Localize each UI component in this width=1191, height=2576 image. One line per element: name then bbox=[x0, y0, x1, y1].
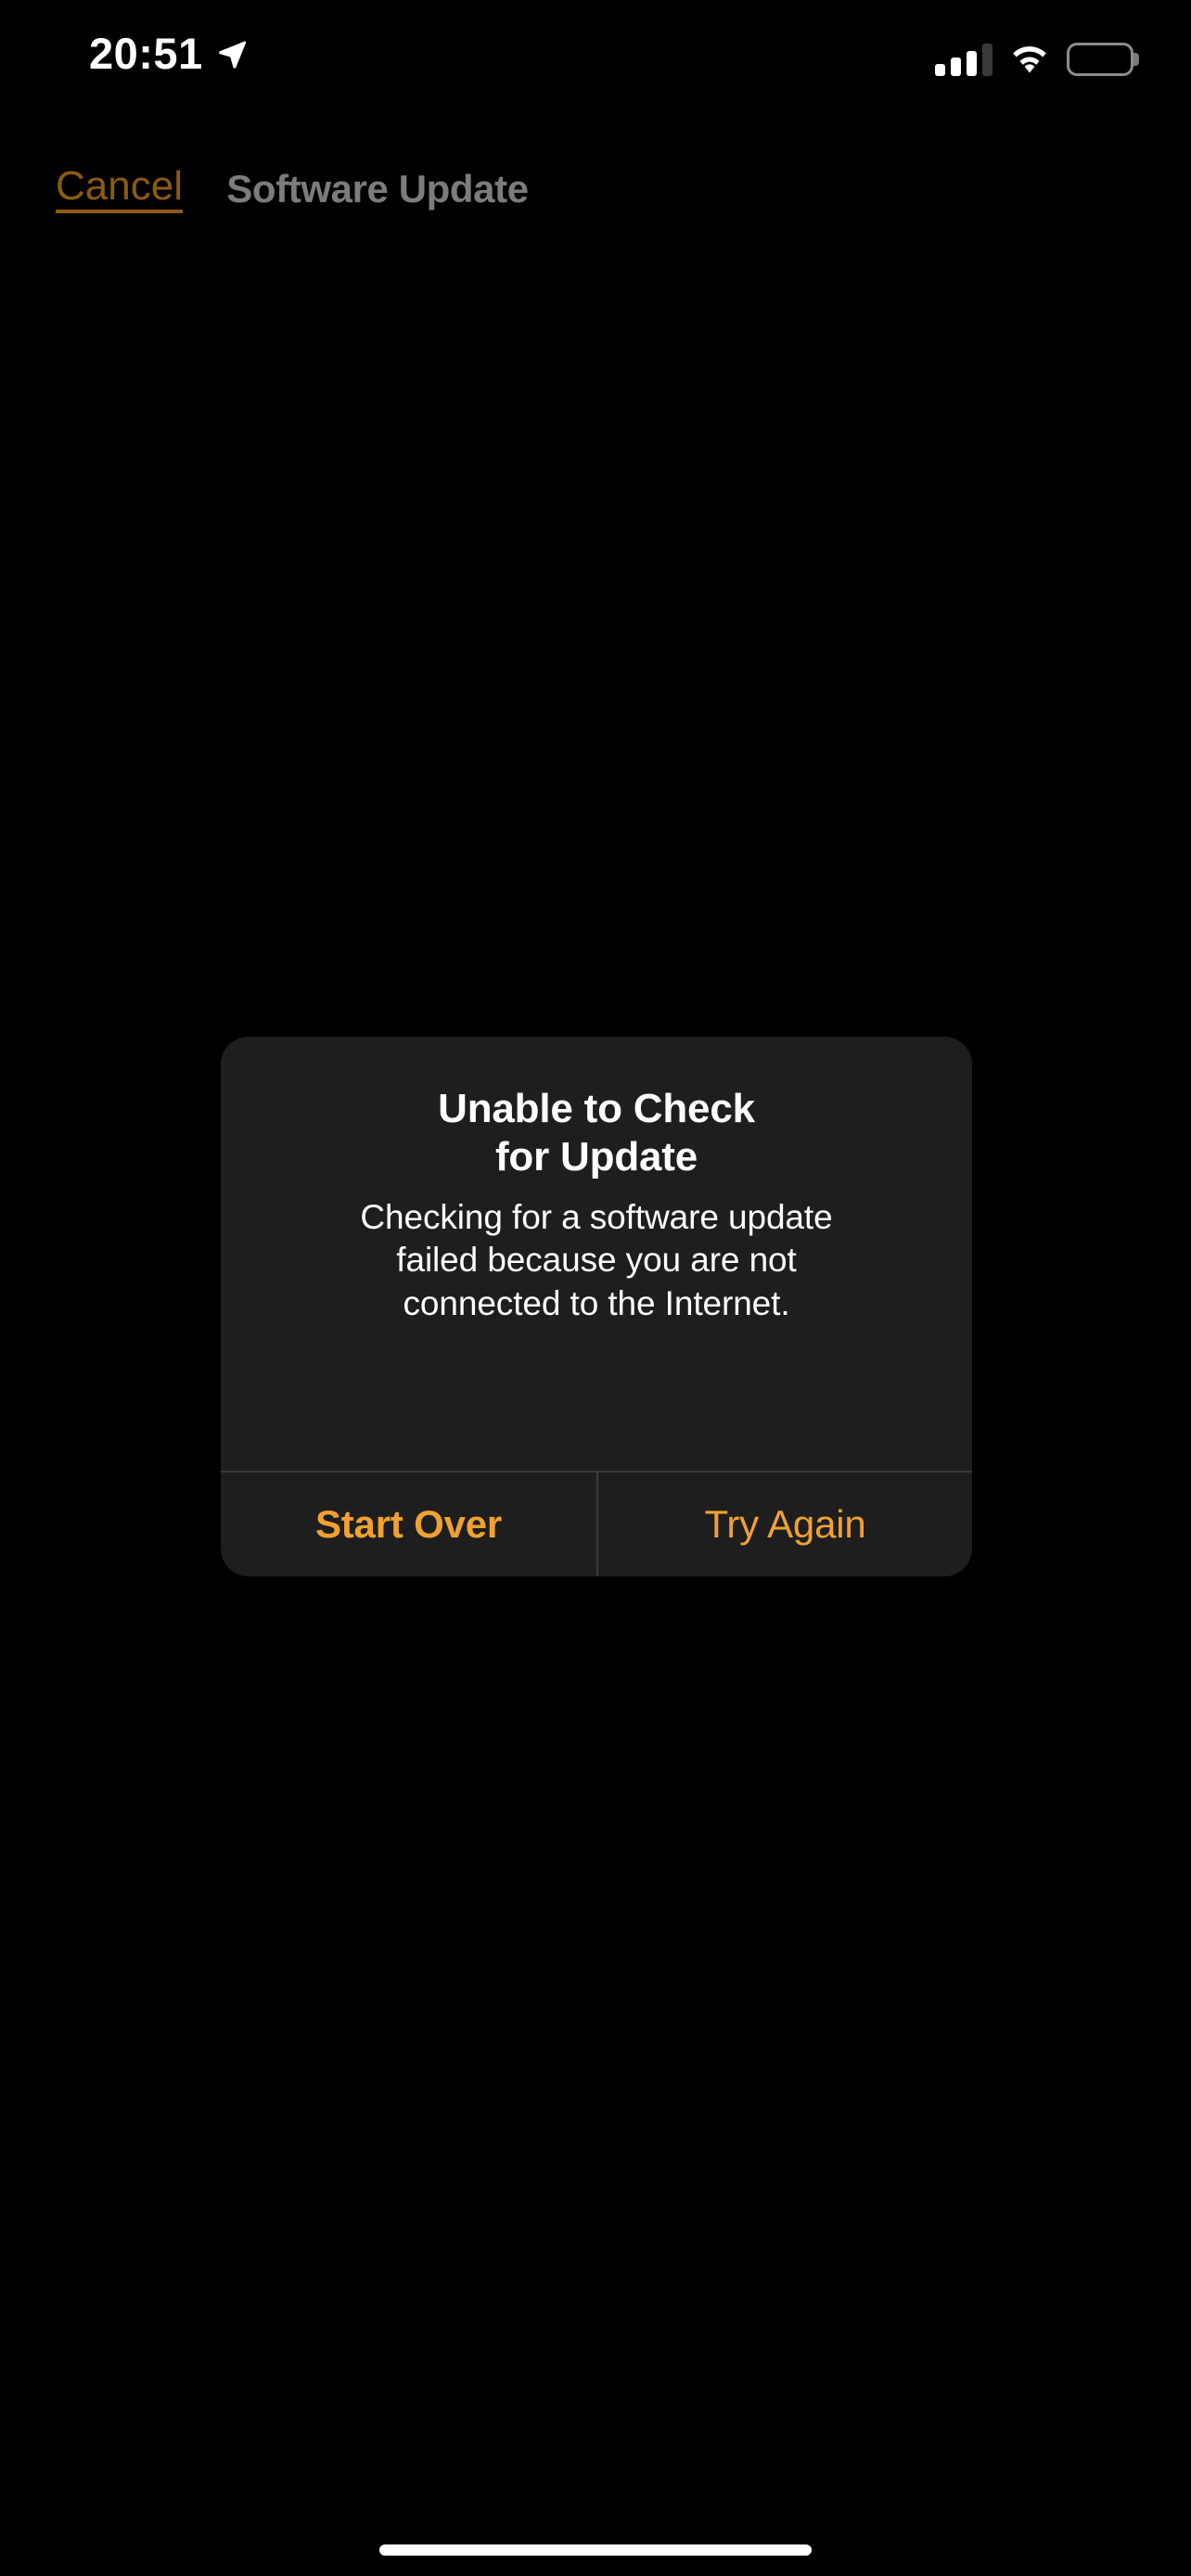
alert-actions: Start Over Try Again bbox=[221, 1471, 972, 1576]
alert-content: Unable to Check for Update Checking for … bbox=[221, 1037, 972, 1471]
home-indicator[interactable] bbox=[379, 2544, 812, 2556]
alert-overlay: Unable to Check for Update Checking for … bbox=[0, 0, 1191, 2576]
alert-message: Checking for a software update failed be… bbox=[360, 1197, 833, 1323]
try-again-button[interactable]: Try Again bbox=[596, 1473, 972, 1576]
start-over-button[interactable]: Start Over bbox=[221, 1473, 596, 1576]
alert-dialog: Unable to Check for Update Checking for … bbox=[221, 1037, 972, 1576]
alert-title: Unable to Check for Update bbox=[438, 1086, 755, 1180]
iphone-screen: 20:51 Cancel Software Update Unable to C… bbox=[0, 0, 1191, 2576]
